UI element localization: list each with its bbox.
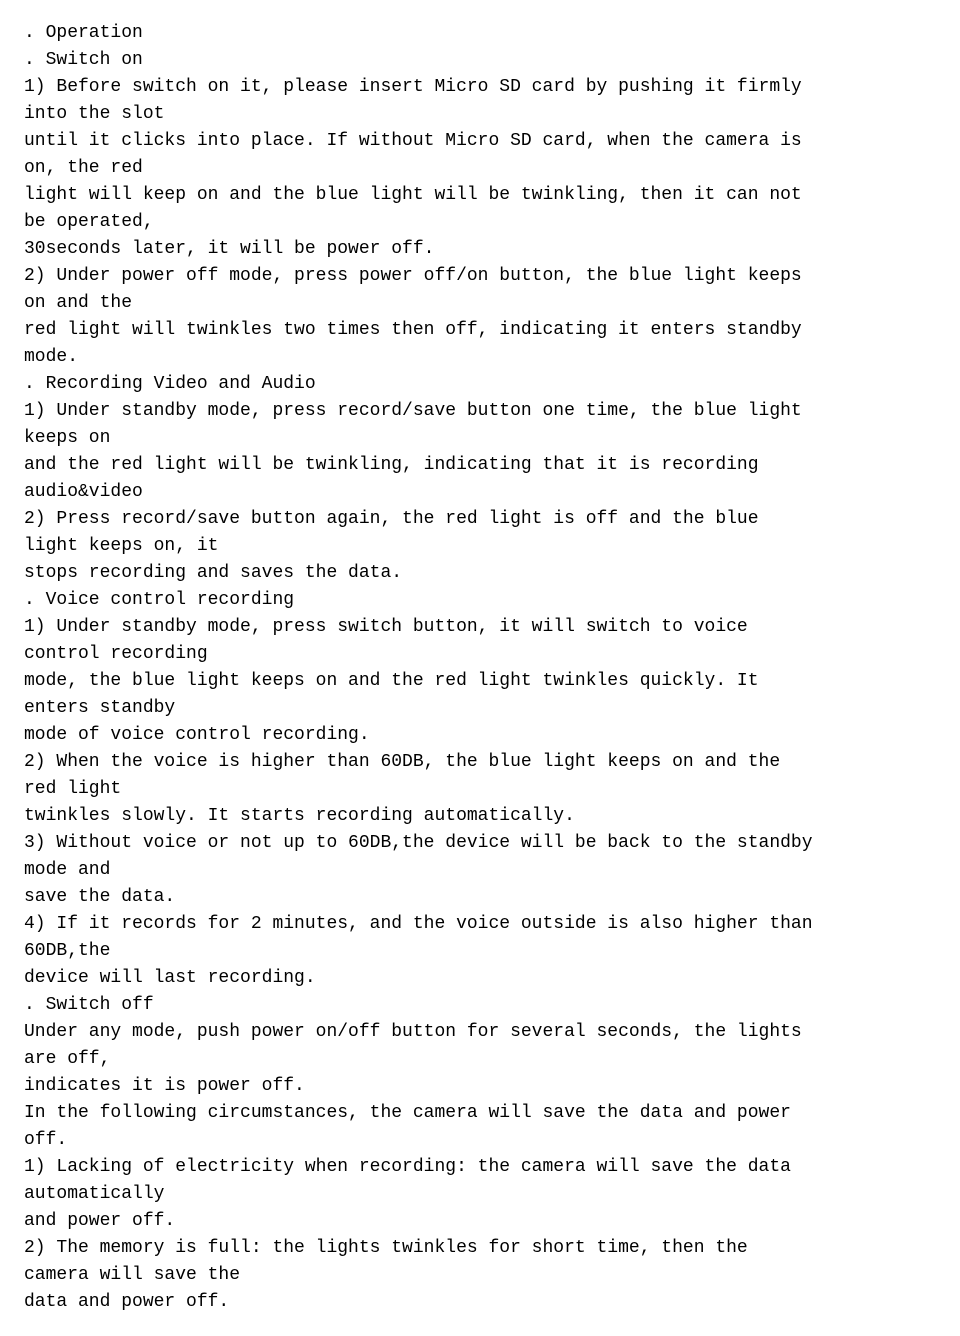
text-paragraph: 1) Under standby mode, press record/save… bbox=[24, 398, 936, 452]
text-paragraph: 3) Without voice or not up to 60DB,the d… bbox=[24, 830, 936, 884]
text-paragraph: 2) When the voice is higher than 60DB, t… bbox=[24, 749, 936, 803]
text-paragraph: . Operation bbox=[24, 20, 936, 47]
text-paragraph: 1) Lacking of electricity when recording… bbox=[24, 1154, 936, 1208]
text-paragraph: and the red light will be twinkling, ind… bbox=[24, 452, 936, 506]
text-paragraph: red light will twinkles two times then o… bbox=[24, 317, 936, 371]
text-paragraph: until it clicks into place. If without M… bbox=[24, 128, 936, 182]
text-paragraph: . Voice control recording bbox=[24, 587, 936, 614]
text-paragraph: 1) Before switch on it, please insert Mi… bbox=[24, 74, 936, 128]
text-paragraph: data and power off. bbox=[24, 1289, 936, 1316]
main-content: . Operation. Switch on1) Before switch o… bbox=[24, 20, 936, 1316]
text-paragraph: In the following circumstances, the came… bbox=[24, 1100, 936, 1154]
text-paragraph: . Recording Video and Audio bbox=[24, 371, 936, 398]
text-paragraph: twinkles slowly. It starts recording aut… bbox=[24, 803, 936, 830]
document-text: . Operation. Switch on1) Before switch o… bbox=[24, 20, 936, 1316]
text-paragraph: 4) If it records for 2 minutes, and the … bbox=[24, 911, 936, 965]
text-paragraph: stops recording and saves the data. bbox=[24, 560, 936, 587]
text-paragraph: . Switch off bbox=[24, 992, 936, 1019]
text-paragraph: device will last recording. bbox=[24, 965, 936, 992]
text-paragraph: light will keep on and the blue light wi… bbox=[24, 182, 936, 236]
text-paragraph: 2) Under power off mode, press power off… bbox=[24, 263, 936, 317]
text-paragraph: 2) Press record/save button again, the r… bbox=[24, 506, 936, 560]
text-paragraph: 1) Under standby mode, press switch butt… bbox=[24, 614, 936, 668]
text-paragraph: mode of voice control recording. bbox=[24, 722, 936, 749]
text-paragraph: 2) The memory is full: the lights twinkl… bbox=[24, 1235, 936, 1289]
text-paragraph: mode, the blue light keeps on and the re… bbox=[24, 668, 936, 722]
text-paragraph: indicates it is power off. bbox=[24, 1073, 936, 1100]
text-paragraph: 30seconds later, it will be power off. bbox=[24, 236, 936, 263]
text-paragraph: save the data. bbox=[24, 884, 936, 911]
text-paragraph: . Switch on bbox=[24, 47, 936, 74]
text-paragraph: and power off. bbox=[24, 1208, 936, 1235]
text-paragraph: Under any mode, push power on/off button… bbox=[24, 1019, 936, 1073]
